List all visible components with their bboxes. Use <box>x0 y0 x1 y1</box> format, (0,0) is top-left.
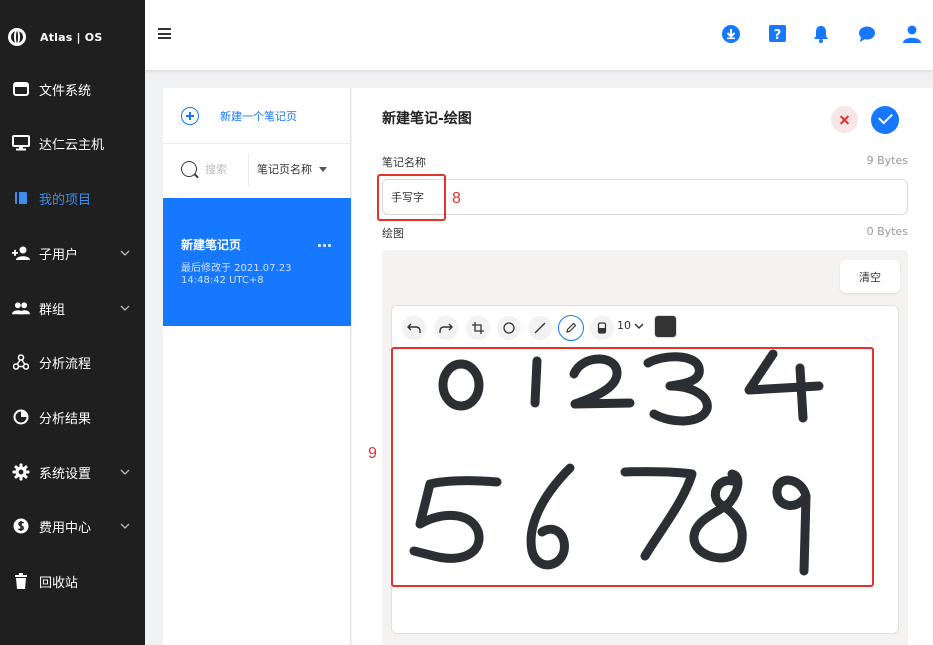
drawing-size: 0 Bytes <box>866 225 908 238</box>
drawing-label: 绘图 <box>382 227 404 240</box>
top-bar: ? <box>145 0 933 70</box>
sidebar-item-label: 分析流程 <box>39 356 92 372</box>
pie-chart-icon <box>12 408 30 426</box>
globe-icon <box>8 28 26 46</box>
annotation-number: 9 <box>368 445 377 462</box>
user-icon[interactable] <box>902 24 922 44</box>
download-icon[interactable] <box>721 24 741 44</box>
note-name-size: 9 Bytes <box>866 154 908 167</box>
sort-dropdown[interactable]: 笔记页名称 <box>257 161 327 177</box>
window-icon <box>12 80 30 98</box>
divider <box>248 154 249 186</box>
bell-icon[interactable] <box>811 24 831 44</box>
chevron-down-icon <box>120 250 130 256</box>
note-title: 新建笔记页 <box>181 238 242 252</box>
brand-name: Atlas | OS <box>40 30 103 44</box>
sidebar-item-recycle-bin[interactable]: 回收站 <box>0 566 145 596</box>
sidebar-item-billing[interactable]: 费用中心 <box>0 511 145 541</box>
sort-label: 笔记页名称 <box>257 163 312 176</box>
note-name-label: 笔记名称 <box>382 156 426 169</box>
workflow-icon <box>12 353 30 371</box>
note-modified-date: 最后修改于 2021.07.23 <box>181 263 292 274</box>
sidebar-item-label: 分析结果 <box>39 411 92 427</box>
chevron-down-icon <box>120 523 130 529</box>
svg-text:?: ? <box>774 28 782 43</box>
search-input[interactable]: 搜索 <box>181 160 227 178</box>
annotation-box-name <box>377 174 446 221</box>
sidebar-item-filesystem[interactable]: 文件系统 <box>0 74 145 104</box>
annotation-box-drawing <box>391 347 874 587</box>
more-icon[interactable] <box>318 244 331 247</box>
help-icon[interactable]: ? <box>768 24 788 44</box>
sidebar-item-results[interactable]: 分析结果 <box>0 402 145 432</box>
sidebar-item-label: 系统设置 <box>39 466 92 482</box>
note-modified-time: 14:48:42 UTC+8 <box>181 275 264 286</box>
sidebar-item-sub-users[interactable]: 子用户 <box>0 238 145 268</box>
editor-title: 新建笔记-绘图 <box>382 111 472 127</box>
project-icon <box>12 189 30 207</box>
group-icon <box>12 299 30 317</box>
sidebar-item-label: 我的项目 <box>39 192 92 208</box>
sidebar-item-groups[interactable]: 群组 <box>0 293 145 323</box>
divider <box>163 143 351 144</box>
trash-icon <box>12 572 30 590</box>
add-circle-icon <box>181 107 199 125</box>
sidebar-item-workflow[interactable]: 分析流程 <box>0 347 145 377</box>
search-placeholder: 搜索 <box>205 163 227 176</box>
caret-down-icon <box>319 166 327 172</box>
brand-logo[interactable]: Atlas | OS <box>8 26 102 48</box>
note-list-item[interactable]: 新建笔记页 最后修改于 2021.07.23 14:48:42 UTC+8 <box>163 198 351 326</box>
new-note-label: 新建一个笔记页 <box>220 110 297 123</box>
sidebar-item-label: 群组 <box>39 302 66 318</box>
sidebar-item-label: 文件系统 <box>39 83 92 99</box>
dollar-icon <box>12 517 30 535</box>
chevron-down-icon <box>120 305 130 311</box>
search-icon <box>181 161 197 177</box>
add-user-icon <box>12 244 30 262</box>
clear-button[interactable]: 清空 <box>840 260 900 293</box>
annotation-number: 8 <box>452 190 461 207</box>
sidebar-item-label: 回收站 <box>39 575 79 591</box>
sidebar-item-cloud-host[interactable]: 达仁云主机 <box>0 128 145 158</box>
notes-panel: 新建一个笔记页 搜索 笔记页名称 新建笔记页 最后修改于 2021.07.23 … <box>163 88 351 645</box>
sidebar-item-settings[interactable]: 系统设置 <box>0 457 145 487</box>
cancel-button[interactable] <box>831 106 858 133</box>
sidebar-item-label: 达仁云主机 <box>39 137 105 153</box>
gear-icon <box>12 463 30 481</box>
chevron-down-icon <box>120 469 130 475</box>
menu-icon[interactable] <box>158 28 171 39</box>
new-note-button[interactable]: 新建一个笔记页 <box>181 106 297 126</box>
sidebar-item-label: 费用中心 <box>39 520 92 536</box>
sidebar: Atlas | OS 文件系统 达仁云主机 我的项目 子用户 群组 分析流程 分… <box>0 0 145 645</box>
chat-icon[interactable] <box>857 24 877 44</box>
confirm-button[interactable] <box>871 106 899 134</box>
monitor-icon <box>12 134 30 152</box>
sidebar-item-label: 子用户 <box>39 247 79 263</box>
sidebar-item-my-projects[interactable]: 我的项目 <box>0 183 145 213</box>
